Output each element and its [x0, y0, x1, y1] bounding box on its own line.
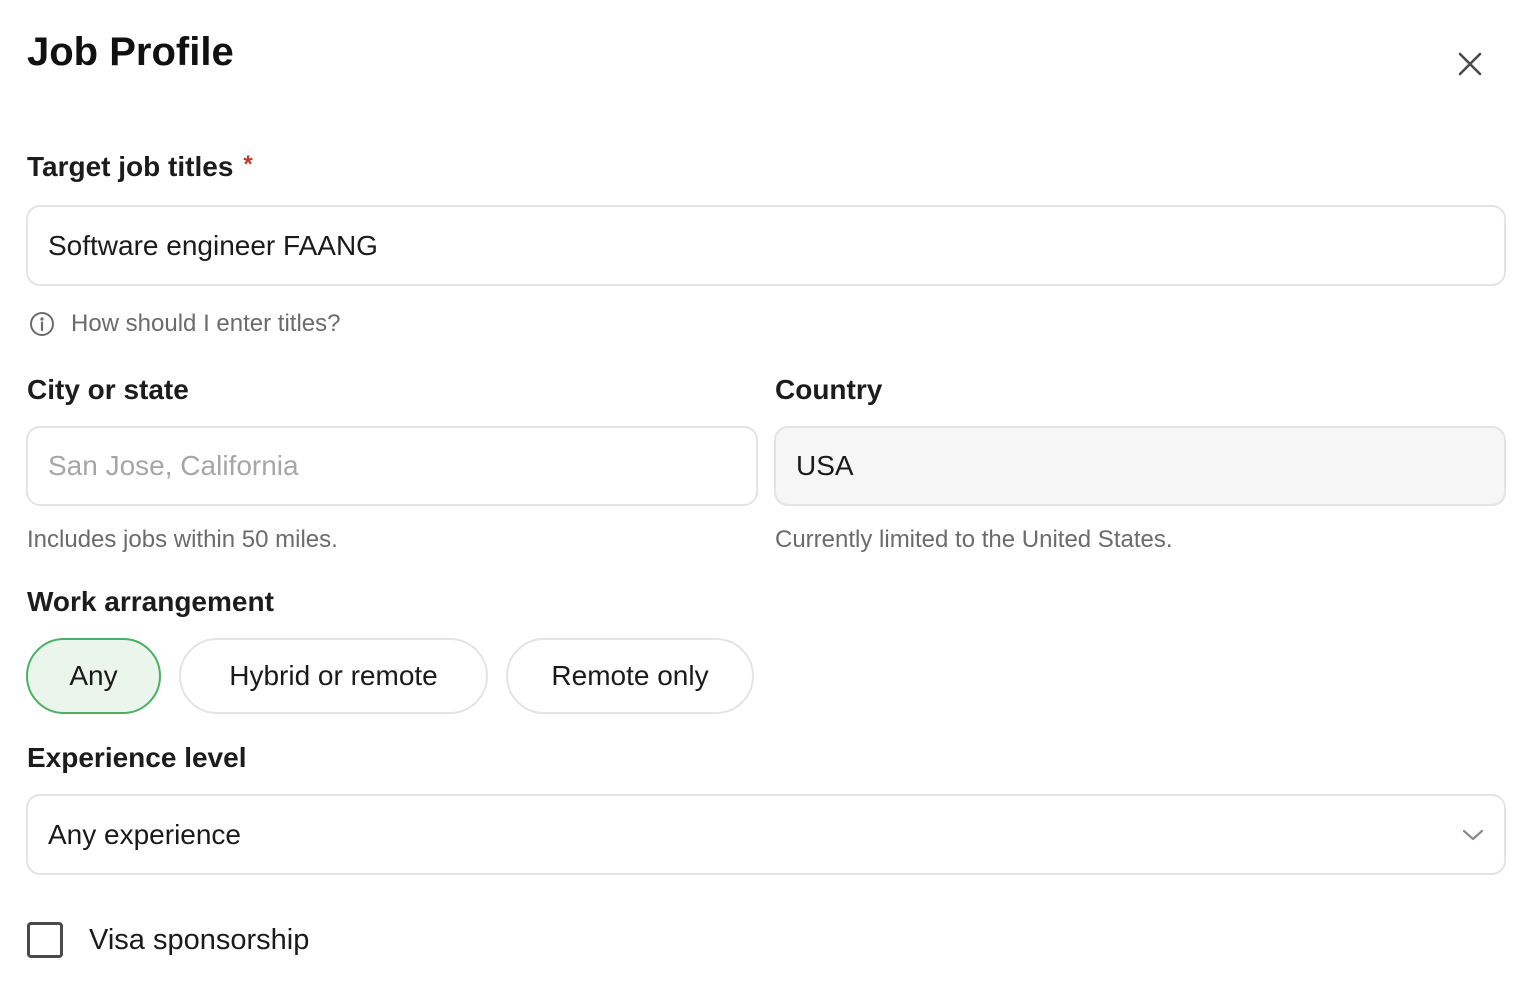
visa-sponsorship-checkbox[interactable]	[27, 922, 63, 958]
work-option-remote-only[interactable]: Remote only	[506, 638, 754, 714]
work-option-hybrid-or-remote[interactable]: Hybrid or remote	[179, 638, 488, 714]
city-label: City or state	[27, 374, 189, 405]
city-hint: Includes jobs within 50 miles.	[27, 526, 338, 553]
city-input[interactable]	[26, 426, 758, 506]
experience-select-value: Any experience	[48, 818, 242, 850]
job-titles-label-row: Target job titles *	[27, 150, 253, 186]
job-titles-input[interactable]	[26, 205, 1506, 286]
close-icon	[1458, 52, 1482, 76]
country-label: Country	[775, 374, 883, 405]
job-profile-dialog: Job Profile Target job titles * How shoul…	[0, 0, 1536, 1002]
visa-sponsorship-label: Visa sponsorship	[89, 924, 310, 956]
titles-help-text: How should I enter titles?	[71, 310, 341, 337]
job-titles-label: Target job titles	[27, 151, 234, 182]
work-arrangement-label: Work arrangement	[27, 586, 274, 617]
country-hint: Currently limited to the United States.	[775, 526, 1173, 553]
required-marker: *	[243, 151, 253, 178]
info-icon	[30, 312, 54, 336]
country-input	[774, 426, 1506, 506]
close-button[interactable]	[1450, 44, 1490, 84]
chevron-down-icon	[1462, 829, 1484, 840]
work-option-any[interactable]: Any	[26, 638, 161, 714]
dialog-title: Job Profile	[27, 30, 234, 74]
visa-sponsorship-row[interactable]: Visa sponsorship	[27, 922, 309, 958]
experience-label: Experience level	[27, 742, 247, 773]
experience-select[interactable]: Any experience	[26, 794, 1506, 875]
titles-help-link[interactable]: How should I enter titles?	[29, 309, 340, 339]
